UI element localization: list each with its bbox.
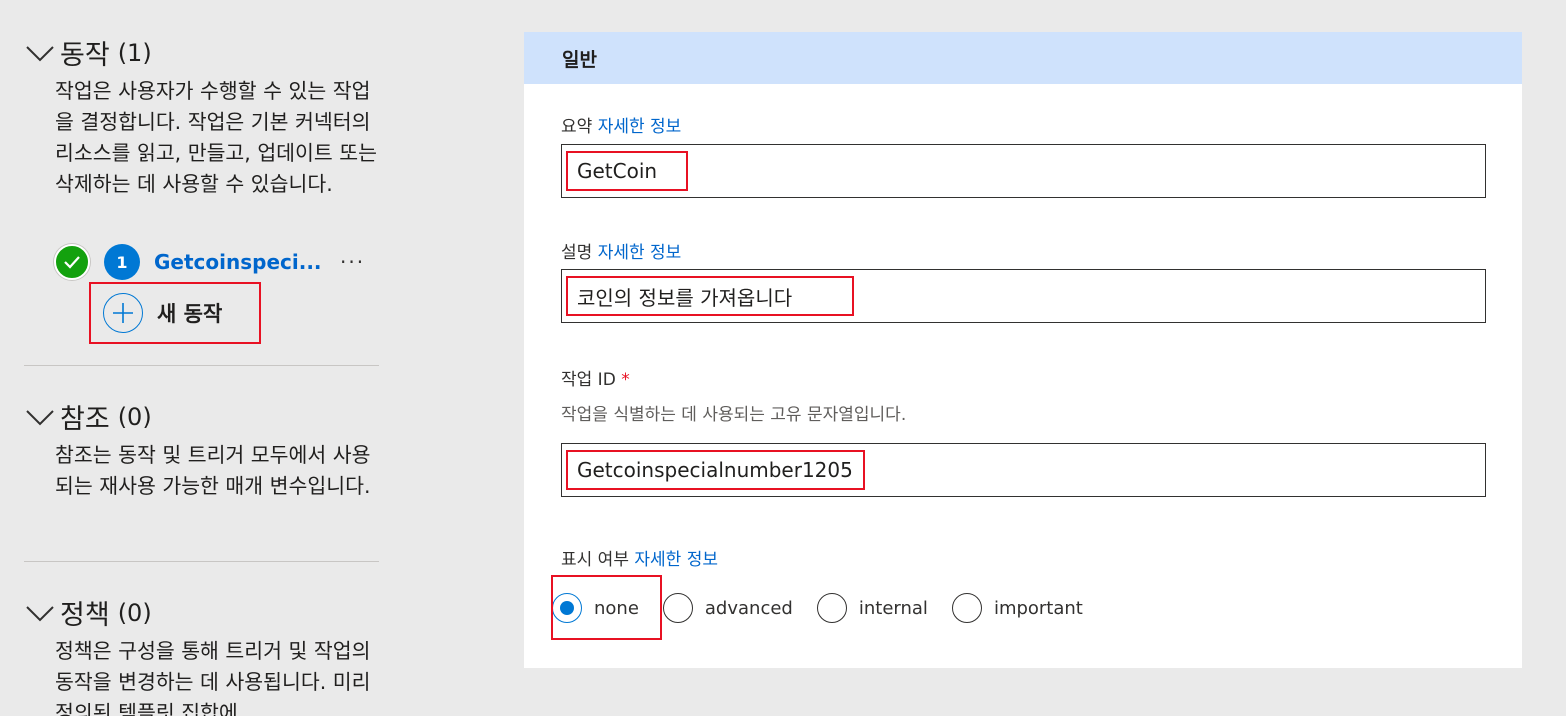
panel-header: 일반: [524, 32, 1522, 84]
radio-label: advanced: [704, 597, 793, 619]
divider: [24, 561, 379, 562]
description-learn-more-link[interactable]: 자세한 정보: [598, 243, 682, 263]
general-panel: 일반 요약 자세한 정보 GetCoin 설명 자세한 정보 코인의 정보를 가…: [524, 32, 1522, 668]
summary-input[interactable]: GetCoin: [561, 144, 1486, 198]
visibility-radio-group: none advanced internal important: [552, 575, 1107, 641]
radio-none[interactable]: none: [552, 593, 639, 623]
radio-label: internal: [858, 597, 928, 619]
section-count: (0): [117, 598, 152, 627]
radio-important[interactable]: important: [951, 593, 1083, 623]
divider: [24, 365, 379, 366]
description-value: 코인의 정보를 가져옵니다: [566, 276, 854, 316]
chevron-down-icon: [26, 409, 54, 425]
more-options-icon[interactable]: ···: [340, 250, 365, 274]
operation-id-label: 작업 ID *: [561, 370, 630, 390]
section-title: 정책: [60, 600, 110, 631]
new-action-button[interactable]: 새 동작: [89, 282, 261, 344]
chevron-down-icon: [26, 45, 54, 61]
chevron-down-icon: [26, 605, 54, 621]
action-item[interactable]: 1 Getcoinspeci... ···: [54, 243, 384, 281]
section-count: (1): [117, 38, 152, 67]
section-header-policies[interactable]: 정책 (0): [24, 593, 152, 632]
required-marker: *: [621, 370, 630, 390]
plus-icon: [103, 293, 143, 333]
radio-unselected-icon: [816, 593, 847, 623]
description-input[interactable]: 코인의 정보를 가져옵니다: [561, 269, 1486, 323]
section-header-actions[interactable]: 동작 (1): [24, 33, 152, 72]
visibility-learn-more-link[interactable]: 자세한 정보: [634, 550, 718, 570]
radio-unselected-icon: [662, 593, 693, 623]
action-number-badge: 1: [104, 244, 140, 280]
visibility-label: 표시 여부 자세한 정보: [561, 550, 718, 570]
section-description: 참조는 동작 및 트리거 모두에서 사용되는 재사용 가능한 매개 변수입니다.: [55, 443, 371, 498]
radio-label: important: [993, 597, 1083, 619]
summary-value: GetCoin: [566, 151, 688, 191]
summary-label: 요약 자세한 정보: [561, 117, 682, 137]
check-icon: [54, 244, 90, 280]
section-description: 작업은 사용자가 수행할 수 있는 작업을 결정합니다. 작업은 기본 커넥터의…: [55, 79, 377, 196]
operation-id-help: 작업을 식별하는 데 사용되는 고유 문자열입니다.: [561, 405, 907, 425]
left-sidebar: 동작 (1) 작업은 사용자가 수행할 수 있는 작업을 결정합니다. 작업은 …: [0, 0, 400, 716]
radio-internal[interactable]: internal: [816, 593, 928, 623]
section-title: 동작: [60, 40, 110, 71]
section-count: (0): [117, 402, 152, 431]
radio-selected-icon: [552, 593, 582, 623]
action-name-link[interactable]: Getcoinspeci...: [154, 250, 324, 274]
new-action-label: 새 동작: [157, 302, 223, 326]
radio-advanced[interactable]: advanced: [662, 593, 793, 623]
description-label: 설명 자세한 정보: [561, 243, 682, 263]
operation-id-input[interactable]: Getcoinspecialnumber1205: [561, 443, 1486, 497]
section-description: 정책은 구성을 통해 트리거 및 작업의 동작을 변경하는 데 사용됩니다. 미…: [55, 639, 371, 716]
radio-label: none: [594, 597, 639, 619]
summary-learn-more-link[interactable]: 자세한 정보: [598, 117, 682, 137]
section-header-references[interactable]: 참조 (0): [24, 397, 152, 436]
radio-unselected-icon: [951, 593, 982, 623]
section-title: 참조: [60, 404, 110, 435]
operation-id-value: Getcoinspecialnumber1205: [566, 450, 865, 490]
